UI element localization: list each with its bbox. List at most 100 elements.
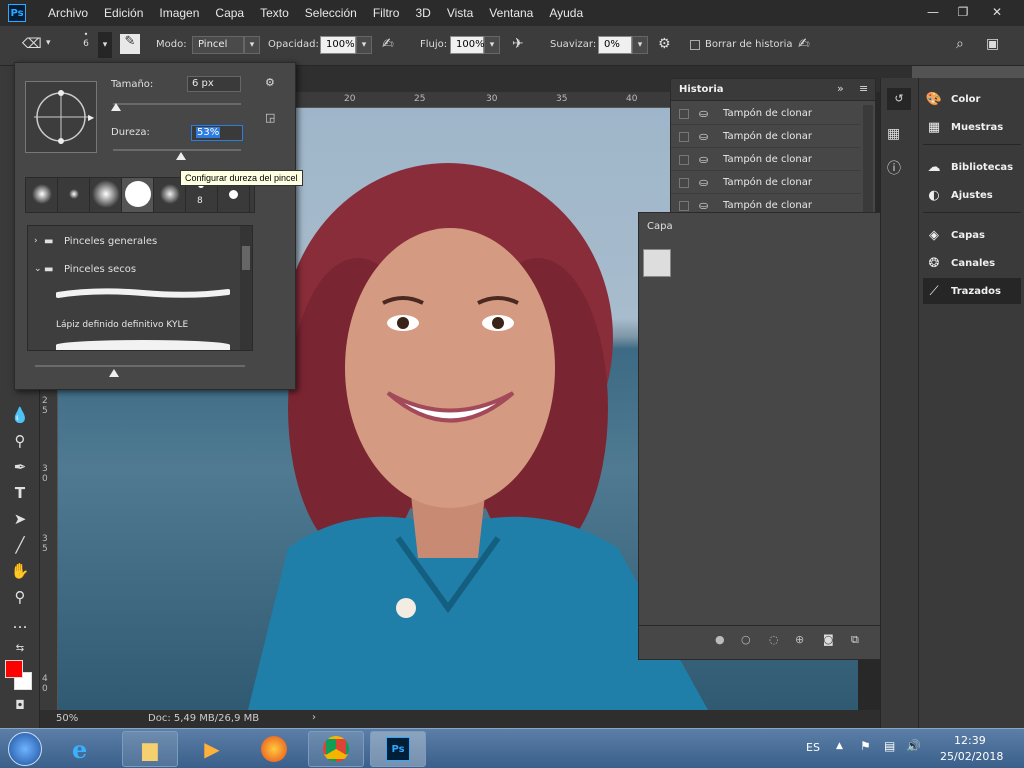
dock-item-capas[interactable]: ◈ Capas	[923, 222, 1021, 248]
mode-dropdown-arrow[interactable]: ▾	[244, 36, 260, 54]
menu-texto[interactable]: Texto	[252, 6, 297, 20]
size-slider-knob[interactable]	[110, 103, 121, 111]
menu-imagen[interactable]: Imagen	[151, 6, 207, 20]
photoshop-taskbar-button[interactable]: Ps	[370, 731, 426, 767]
minimize-button[interactable]: —	[918, 0, 948, 24]
action-center-icon[interactable]: ⚑	[860, 739, 871, 753]
smoothing-dropdown-arrow[interactable]: ▾	[632, 36, 648, 54]
dock-item-bibliotecas[interactable]: ☁ Bibliotecas	[923, 154, 1021, 180]
chevron-down-icon[interactable]: ▾	[46, 38, 51, 48]
collapse-panel-icon[interactable]: »	[837, 82, 844, 95]
menu-edicion[interactable]: Edición	[96, 6, 151, 20]
blur-tool-icon[interactable]: 💧	[8, 404, 32, 426]
zoom-tool-icon[interactable]: ⚲	[8, 586, 32, 608]
brush-stroke-preview[interactable]	[56, 340, 230, 350]
dock-item-ajustes[interactable]: ◐ Ajustes	[923, 182, 1021, 208]
chrome-taskbar-button[interactable]	[308, 731, 364, 767]
type-tool-icon[interactable]: T	[8, 482, 32, 504]
new-preset-icon[interactable]: ◲	[265, 111, 275, 124]
opacity-input[interactable]: 100%	[320, 36, 356, 54]
gear-icon[interactable]: ⚙	[265, 76, 275, 89]
media-player-taskbar-button[interactable]: ▶	[184, 731, 240, 767]
info-icon[interactable]: ⓘ	[887, 158, 901, 178]
menu-3d[interactable]: 3D	[407, 6, 438, 20]
layers-panel-title[interactable]: Capa	[647, 221, 673, 232]
clock-time[interactable]: 12:39	[954, 734, 986, 747]
layer-target-icon[interactable]: ⊕	[795, 633, 804, 646]
preview-size-knob[interactable]	[109, 369, 119, 377]
brush-tip-soft[interactable]	[26, 178, 58, 212]
menu-seleccion[interactable]: Selección	[297, 6, 365, 20]
path-selection-tool-icon[interactable]: ➤	[8, 508, 32, 530]
brush-tip-hard-large[interactable]	[122, 178, 154, 212]
airbrush-icon[interactable]: ✈	[512, 36, 524, 52]
history-source-checkbox[interactable]	[679, 154, 689, 165]
clock-date[interactable]: 25/02/2018	[940, 750, 1003, 763]
line-tool-icon[interactable]: ╱	[8, 534, 32, 556]
brush-picker-toggle[interactable]: ▾	[98, 32, 112, 58]
brush-size-preview[interactable]: • 6	[78, 30, 94, 60]
erase-history-checkbox[interactable]	[690, 40, 700, 50]
pressure-size-icon[interactable]: ✍	[798, 36, 810, 52]
brush-stroke-preview[interactable]	[55, 288, 231, 300]
history-panel-icon[interactable]: ↺	[887, 88, 911, 110]
menu-filtro[interactable]: Filtro	[365, 6, 408, 20]
foreground-color-swatch[interactable]	[5, 660, 23, 678]
history-row[interactable]: ⛀ Tampón de clonar	[671, 103, 861, 125]
workspace-icon[interactable]: ▣	[986, 36, 999, 52]
brush-settings-panel-icon[interactable]: ✎	[120, 34, 140, 54]
panel-menu-icon[interactable]: ≡	[859, 82, 868, 95]
history-row[interactable]: ⛀ Tampón de clonar	[671, 126, 861, 148]
dock-item-color[interactable]: 🎨 Color	[923, 86, 1021, 112]
opacity-dropdown-arrow[interactable]: ▾	[356, 36, 372, 54]
menu-archivo[interactable]: Archivo	[40, 6, 96, 20]
layer-circle-icon[interactable]: ○	[741, 633, 751, 646]
layer-dotted-circle-icon[interactable]: ◌	[769, 633, 779, 646]
language-indicator[interactable]: ES	[806, 741, 820, 754]
menu-vista[interactable]: Vista	[439, 6, 481, 20]
history-source-checkbox[interactable]	[679, 131, 689, 142]
folder-pinceles-generales[interactable]: › ▬ Pinceles generales	[28, 228, 252, 254]
volume-icon[interactable]: 🔊	[906, 739, 921, 753]
menu-ventana[interactable]: Ventana	[481, 6, 541, 20]
history-source-checkbox[interactable]	[679, 200, 689, 211]
status-arrow-icon[interactable]: ›	[312, 712, 316, 723]
dock-item-muestras[interactable]: ▦ Muestras	[923, 114, 1021, 140]
size-slider-track[interactable]	[113, 103, 241, 105]
folder-pinceles-secos[interactable]: ⌄ ▬ Pinceles secos	[28, 256, 252, 282]
history-source-checkbox[interactable]	[679, 177, 689, 188]
hardness-slider-track[interactable]	[113, 149, 241, 151]
explorer-taskbar-button[interactable]: ▆	[122, 731, 178, 767]
pen-tool-icon[interactable]: ✒	[8, 456, 32, 478]
dock-item-trazados[interactable]: ⟋ Trazados	[923, 278, 1021, 304]
show-hidden-icons-icon[interactable]: ▲	[836, 741, 843, 751]
close-window-button[interactable]: ✕	[982, 0, 1012, 24]
brush-tip-hard-round[interactable]	[58, 178, 90, 212]
new-layer-icon[interactable]: ⧉	[851, 633, 859, 647]
smoothing-input[interactable]: 0%	[598, 36, 632, 54]
flow-dropdown-arrow[interactable]: ▾	[484, 36, 500, 54]
restore-button[interactable]: ❐	[948, 0, 978, 24]
add-mask-icon[interactable]: ◙	[823, 633, 834, 646]
history-panel-title[interactable]: Historia	[679, 84, 724, 95]
layer-mask-dot-icon[interactable]: ●	[715, 633, 725, 646]
swap-colors-icon[interactable]: ⇆	[8, 638, 32, 660]
pressure-opacity-icon[interactable]: ✍	[382, 36, 394, 52]
brush-angle-preview[interactable]	[25, 81, 97, 153]
dodge-tool-icon[interactable]: ⚲	[8, 430, 32, 452]
hand-tool-icon[interactable]: ✋	[8, 560, 32, 582]
network-icon[interactable]: ▤	[884, 739, 895, 753]
history-row[interactable]: ⛀ Tampón de clonar	[671, 149, 861, 171]
flow-input[interactable]: 100%	[450, 36, 485, 54]
size-input[interactable]: 6 px	[187, 76, 241, 92]
folder-list-scrollbar[interactable]	[240, 226, 252, 350]
menu-ayuda[interactable]: Ayuda	[541, 6, 591, 20]
hardness-slider-knob[interactable]	[175, 152, 186, 160]
brush-tip-soft-large[interactable]	[90, 178, 122, 212]
actions-icon[interactable]: ▦	[887, 126, 900, 142]
zoom-level[interactable]: 50%	[56, 713, 78, 724]
brush-preset-name[interactable]: Lápiz definido definitivo KYLE	[56, 320, 188, 330]
layer-thumbnail[interactable]	[643, 249, 671, 277]
start-button[interactable]	[8, 732, 42, 766]
more-tools-icon[interactable]: …	[8, 612, 32, 634]
